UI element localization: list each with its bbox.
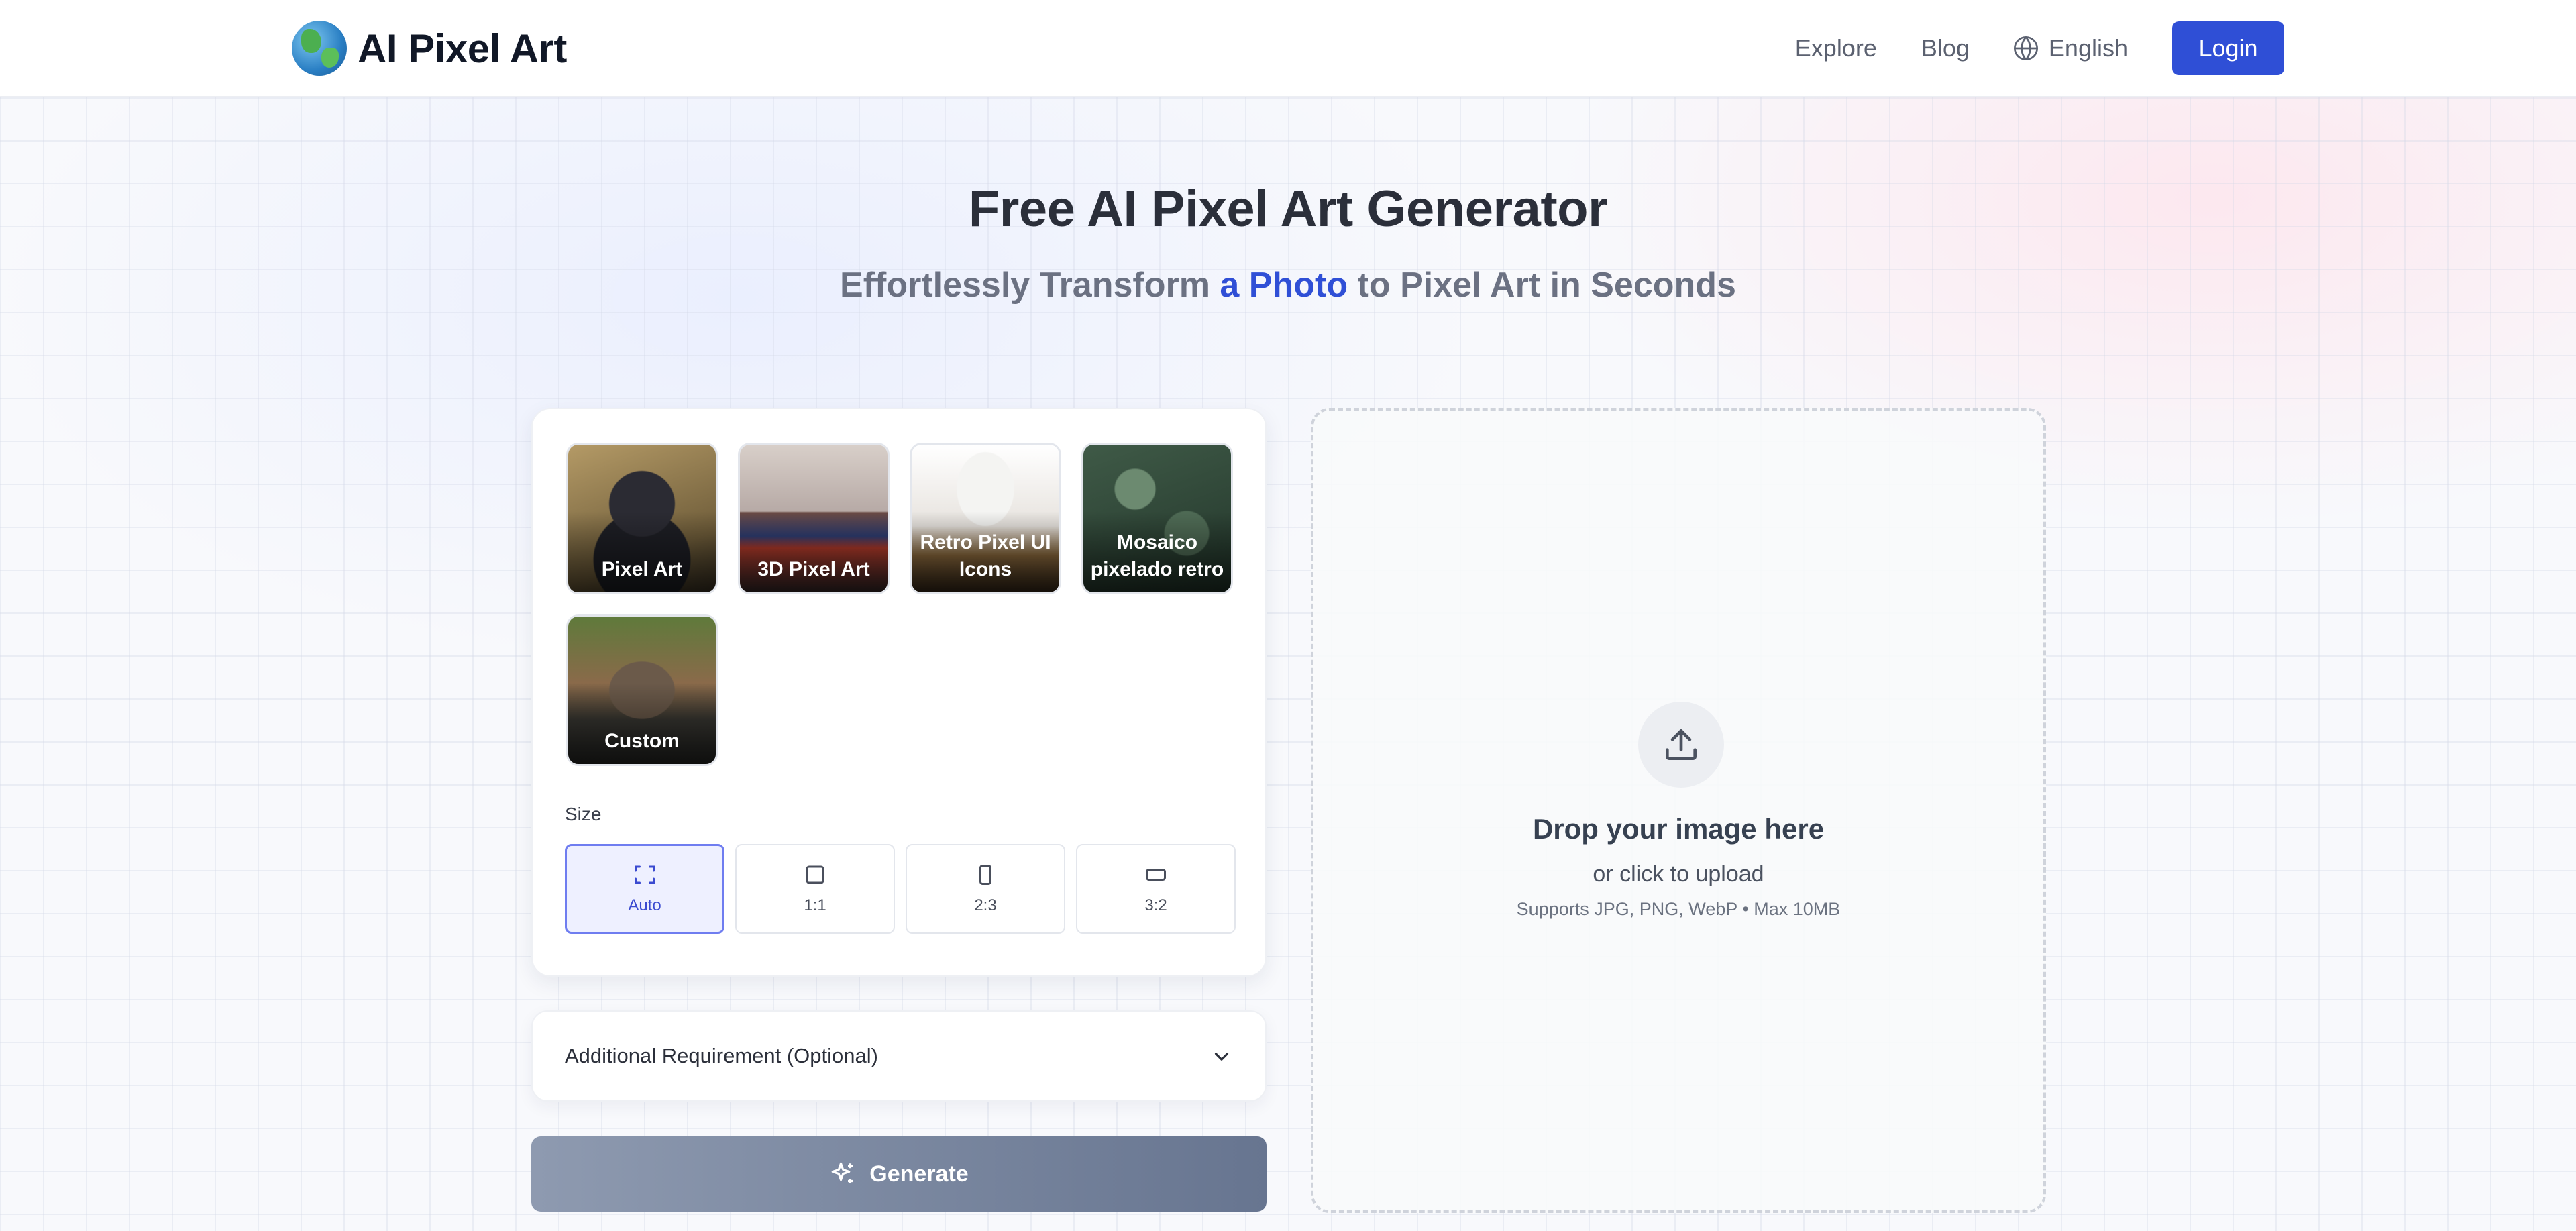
style-card-pixel-art[interactable]: Pixel Art: [566, 443, 718, 594]
square-icon: [806, 865, 824, 884]
style-card-mosaico-pixelado[interactable]: Mosaico pixelado retro: [1081, 443, 1233, 594]
size-option-1-1[interactable]: 1:1: [735, 844, 895, 934]
size-label: Size: [565, 804, 602, 824]
style-card-3d-pixel-art[interactable]: 3D Pixel Art: [738, 443, 890, 594]
generate-label: Generate: [869, 1161, 969, 1187]
generate-button[interactable]: Generate: [531, 1136, 1267, 1212]
page-subtitle: Effortlessly Transform a Photo to Pixel …: [0, 265, 2576, 305]
style-card-retro-pixel-ui-icons[interactable]: Retro Pixel UI Icons: [910, 443, 1061, 594]
style-settings-panel: Pixel Art 3D Pixel Art Retro Pixel UI Ic…: [531, 408, 1267, 977]
additional-requirement-toggle[interactable]: Additional Requirement (Optional): [531, 1010, 1267, 1102]
style-card-label: Retro Pixel UI Icons: [920, 531, 1051, 580]
main-nav: Explore Blog English Login: [1751, 21, 2284, 75]
subtitle-highlight: a Photo: [1220, 266, 1348, 305]
expand-icon: [635, 865, 655, 884]
sparkles-icon: [831, 1162, 853, 1183]
globe-icon: [2013, 36, 2038, 60]
style-card-label: 3D Pixel Art: [757, 558, 870, 580]
dropzone-title: Drop your image here: [1532, 813, 1825, 845]
nav-link-explore[interactable]: Explore: [1795, 34, 1877, 62]
size-option-2-3[interactable]: 2:3: [906, 844, 1065, 934]
additional-requirement-label: Additional Requirement (Optional): [565, 1044, 878, 1067]
size-option-auto[interactable]: Auto: [565, 844, 724, 934]
upload-icon: [1666, 729, 1697, 760]
upload-icon-container: [1638, 702, 1724, 788]
globe-logo-icon: [292, 21, 347, 76]
size-option-label: 1:1: [804, 896, 826, 914]
subtitle-suffix: to Pixel Art in Seconds: [1357, 266, 1736, 305]
dropzone-hint: Supports JPG, PNG, WebP • Max 10MB: [1516, 899, 1841, 919]
landscape-icon: [1146, 869, 1166, 881]
size-option-label: Auto: [628, 896, 661, 914]
logo-text: AI Pixel Art: [358, 25, 567, 71]
image-upload-dropzone[interactable]: Drop your image here or click to upload …: [1311, 408, 2046, 1213]
subtitle-prefix: Effortlessly Transform: [840, 266, 1210, 305]
chevron-down-icon: [1214, 1053, 1229, 1061]
size-option-3-2[interactable]: 3:2: [1076, 844, 1236, 934]
page-title: Free AI Pixel Art Generator: [968, 180, 1608, 237]
dropzone-subtitle: or click to upload: [1593, 861, 1764, 887]
size-option-label: 3:2: [1144, 896, 1167, 914]
login-button[interactable]: Login: [2172, 21, 2284, 75]
logo[interactable]: AI Pixel Art: [292, 20, 567, 76]
style-card-label: Mosaico pixelado retro: [1090, 531, 1224, 580]
style-card-label: Pixel Art: [601, 558, 683, 580]
style-card-label: Custom: [604, 730, 680, 752]
top-header: AI Pixel Art Explore Blog English Login: [0, 0, 2576, 97]
language-label: English: [2048, 34, 2128, 62]
nav-link-blog[interactable]: Blog: [1921, 34, 1970, 62]
portrait-icon: [979, 865, 991, 885]
language-selector[interactable]: English: [2012, 34, 2128, 62]
style-card-custom[interactable]: Custom: [566, 614, 718, 766]
size-option-label: 2:3: [974, 896, 997, 914]
